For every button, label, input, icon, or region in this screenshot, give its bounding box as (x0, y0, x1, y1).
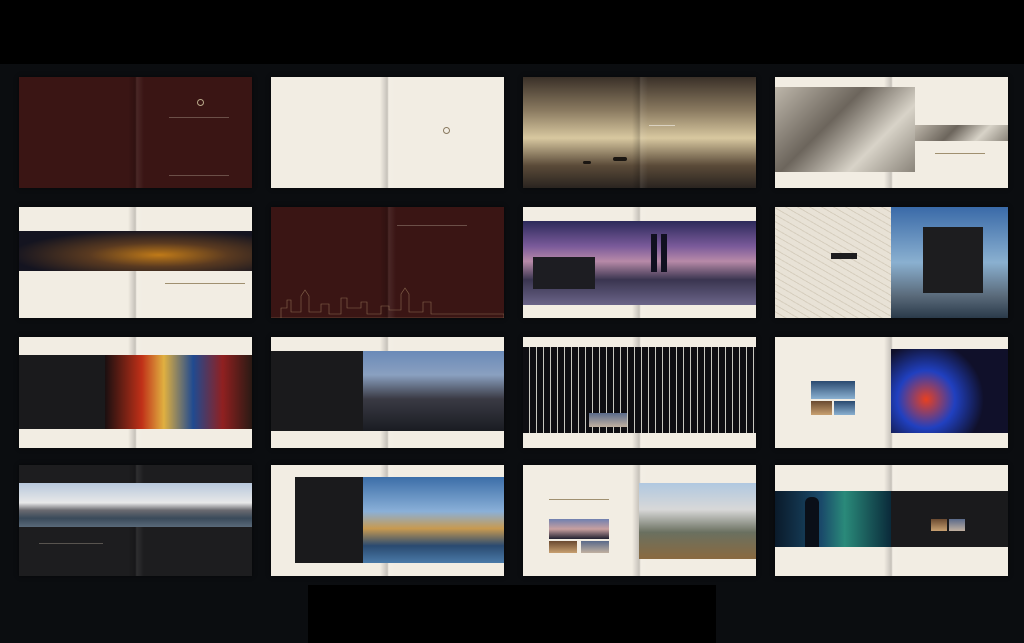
spread-blank-logo (271, 77, 504, 188)
brochure-showcase (0, 0, 1024, 643)
dark-text-panel (533, 257, 595, 289)
towers-photo (363, 351, 504, 431)
bottom-black-band (308, 585, 716, 643)
text-rule (935, 153, 985, 154)
spread-times-square (19, 337, 252, 448)
spread-office-night (523, 337, 756, 448)
times-square-photo (105, 355, 252, 429)
light-trails-photo (891, 349, 1008, 433)
thumbnail-photo (589, 413, 627, 427)
tower-left (651, 234, 657, 272)
island-city-photo (363, 477, 504, 563)
thumbnail-photo (549, 541, 577, 553)
cover-footer-rule (169, 175, 229, 176)
spine-fold (127, 77, 144, 188)
spread-night-bridge (19, 207, 252, 318)
office-night-photo (523, 347, 756, 433)
circle-logo-icon (197, 99, 204, 106)
spread-skyline-panorama (19, 465, 252, 576)
dark-text-panel (923, 227, 983, 293)
spread-river-sunset (523, 77, 756, 188)
thumbnail-photo (581, 541, 609, 553)
text-rule (39, 543, 103, 544)
thumbnail-photo (931, 519, 947, 531)
historic-photo-collage (775, 87, 915, 172)
text-rule (549, 499, 609, 500)
street-map (775, 207, 891, 318)
spread-map-city (775, 207, 1008, 318)
spread-data-wall (775, 465, 1008, 576)
historic-photo-bridge (915, 125, 1008, 141)
skyline-line-art (271, 287, 504, 318)
circle-logo-icon (443, 127, 450, 134)
spread-cover (19, 77, 252, 188)
thumbnail-photo (811, 381, 855, 399)
thumbnail-photo (549, 519, 609, 539)
data-wall-photo (775, 491, 891, 547)
person-silhouette (805, 497, 819, 547)
dark-text-panel (271, 351, 363, 431)
dark-text-panel (19, 355, 105, 429)
spread-maroon-skyline (271, 207, 504, 318)
spread-island-city (271, 465, 504, 576)
boat-silhouette (583, 161, 591, 164)
thumbnail-photo (949, 519, 965, 531)
spine-fold (379, 77, 396, 188)
tower-right (661, 234, 667, 272)
caption-rule (649, 125, 675, 126)
title-rule (397, 225, 467, 226)
cover-title-rule (169, 117, 229, 118)
boat-silhouette (613, 157, 627, 161)
dark-text-panel (295, 477, 363, 563)
spread-light-trails (775, 337, 1008, 448)
spine-fold (631, 77, 648, 188)
spread-park-city (523, 465, 756, 576)
city-park-photo (639, 483, 756, 559)
map-marker-label (831, 253, 857, 259)
night-bridge-photo (19, 231, 252, 271)
thumbnail-photo (834, 401, 855, 415)
text-rule (165, 283, 245, 284)
spread-twin-towers (523, 207, 756, 318)
spread-historic-collage (775, 77, 1008, 188)
spread-towers-day (271, 337, 504, 448)
top-black-band (0, 0, 1024, 64)
thumbnail-photo (811, 401, 832, 415)
skyline-panorama-photo (19, 483, 252, 527)
